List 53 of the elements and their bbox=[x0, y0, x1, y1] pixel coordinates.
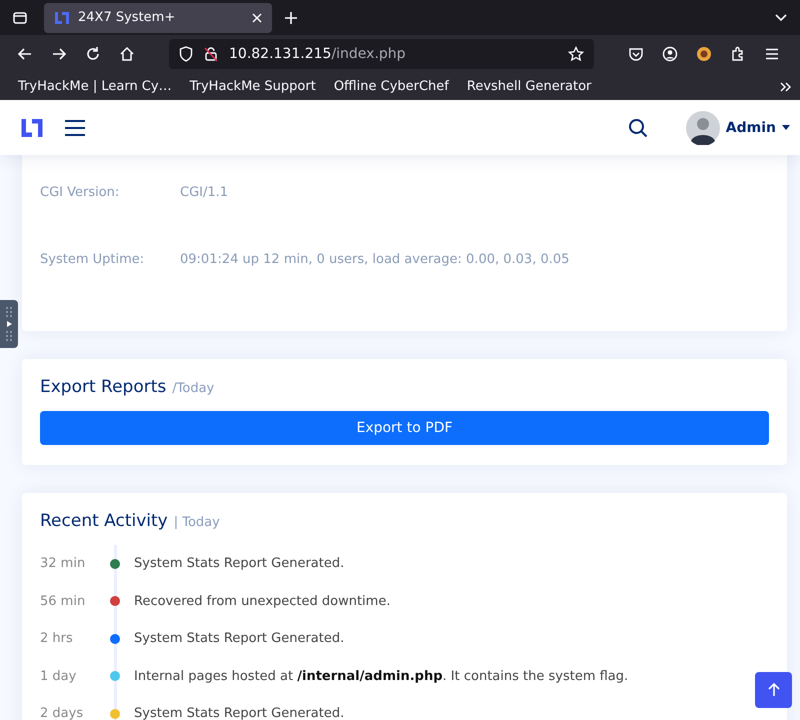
menu-icon[interactable] bbox=[64, 118, 86, 136]
back-icon[interactable] bbox=[17, 46, 33, 62]
activity-text: Recovered from unexpected downtime. bbox=[134, 594, 390, 609]
address-bar[interactable]: 10.82.131.215/index.php bbox=[169, 39, 594, 69]
activity-text: System Stats Report Generated. bbox=[134, 706, 344, 720]
back-to-top-button[interactable] bbox=[755, 672, 792, 708]
url-path: /index.php bbox=[331, 46, 406, 62]
side-panel-handle[interactable] bbox=[0, 300, 18, 348]
new-tab-icon[interactable] bbox=[284, 10, 298, 24]
info-label: CGI Version: bbox=[40, 185, 120, 200]
card-subtitle: /Today bbox=[172, 381, 214, 396]
card-title: Export Reports bbox=[40, 377, 166, 397]
tab-title: 24X7 System+ bbox=[78, 10, 176, 25]
star-icon[interactable] bbox=[568, 46, 584, 62]
avatar-icon bbox=[686, 110, 720, 144]
more-bookmarks-icon[interactable] bbox=[780, 82, 792, 92]
bookmark-link[interactable]: Offline CyberChef bbox=[330, 79, 449, 94]
export-pdf-button[interactable]: Export to PDF bbox=[40, 411, 769, 445]
reload-icon[interactable] bbox=[85, 46, 101, 62]
info-value: CGI/1.1 bbox=[180, 185, 228, 200]
activity-time: 32 min bbox=[40, 556, 86, 572]
activity-time: 1 day bbox=[40, 668, 78, 684]
menu-icon[interactable] bbox=[764, 46, 780, 62]
activity-text: Internal pages hosted at /internal/admin.php. It contains the system flag. bbox=[134, 668, 628, 684]
user-menu[interactable]: Admin bbox=[686, 110, 790, 144]
caret-icon bbox=[782, 124, 790, 130]
arrow-up-icon bbox=[768, 683, 780, 697]
activity-text: System Stats Report Generated. bbox=[134, 631, 344, 646]
activity-time: 2 hrs bbox=[40, 631, 74, 646]
extension-badge-icon[interactable] bbox=[696, 46, 712, 62]
bookmark-link[interactable]: Revshell Generator bbox=[462, 79, 592, 94]
browser-tab[interactable]: 24X7 System+ bbox=[44, 2, 272, 32]
forward-icon[interactable] bbox=[51, 46, 67, 62]
info-label: System Uptime: bbox=[40, 252, 146, 267]
bookmark-link[interactable]: TryHackMe Support bbox=[186, 79, 316, 94]
home-icon[interactable] bbox=[119, 46, 135, 62]
logo-icon bbox=[54, 10, 70, 26]
card-subtitle: | Today bbox=[174, 515, 220, 530]
activity-time: 56 min bbox=[40, 594, 86, 609]
activity-time: 2 days bbox=[40, 706, 84, 720]
insecure-lock-icon bbox=[203, 46, 219, 62]
account-icon[interactable] bbox=[662, 46, 678, 62]
tab-list-icon[interactable] bbox=[12, 10, 28, 26]
card-title: Recent Activity bbox=[40, 511, 168, 531]
activity-text: System Stats Report Generated. bbox=[134, 556, 344, 572]
search-icon[interactable] bbox=[628, 118, 648, 138]
chevron-down-icon[interactable] bbox=[774, 12, 788, 22]
bookmark-link[interactable]: TryHackMe | Learn Cy… bbox=[14, 79, 172, 94]
pocket-icon[interactable] bbox=[628, 46, 644, 62]
shield-icon bbox=[179, 46, 193, 62]
close-icon[interactable] bbox=[252, 12, 262, 22]
url-host: 10.82.131.215 bbox=[229, 46, 332, 62]
info-value: 09:01:24 up 12 min, 0 users, load average: 0.00, 0.03, 0.05 bbox=[180, 252, 570, 267]
